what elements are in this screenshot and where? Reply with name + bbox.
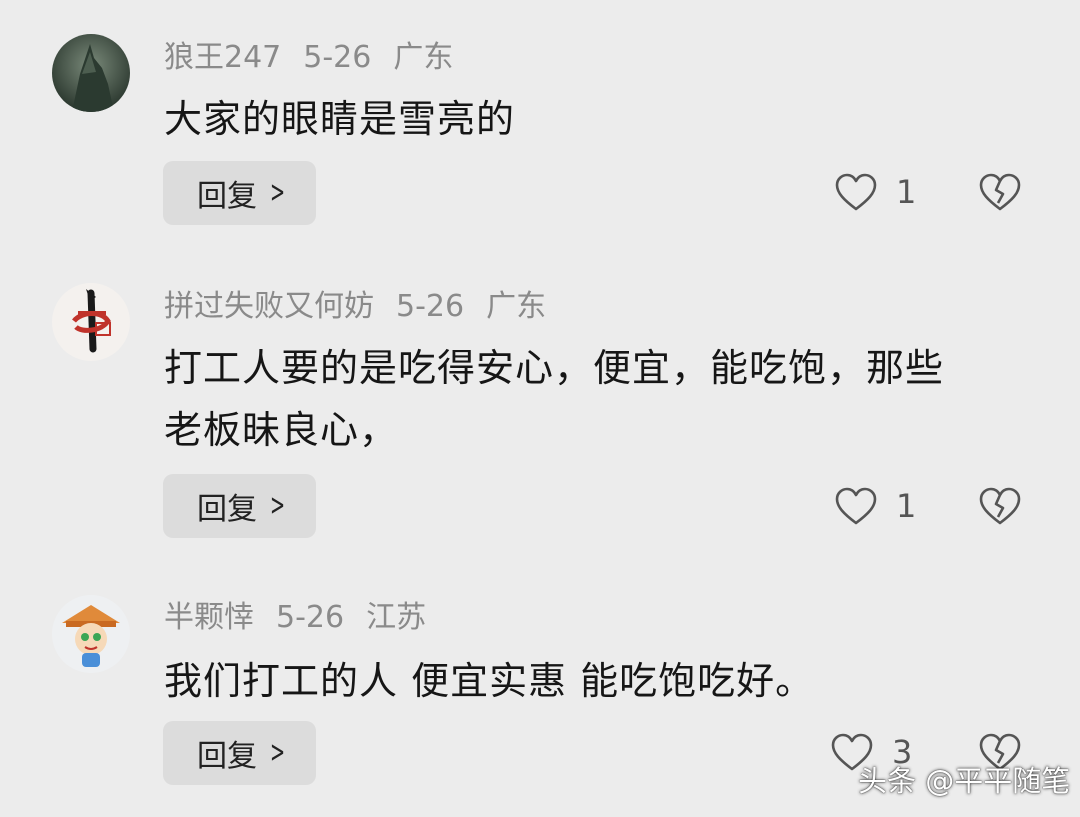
avatar[interactable] (52, 283, 130, 361)
dislike-button[interactable] (978, 172, 1022, 216)
comment-text: 打工人要的是吃得安心，便宜，能吃饱，那些老板昧良心， (164, 346, 945, 452)
username[interactable]: 拼过失败又何妨 (164, 289, 374, 324)
chevron-right-icon: > (270, 735, 286, 770)
comment-location: 广东 (486, 289, 547, 324)
reply-button[interactable]: 回复 > (163, 721, 316, 785)
comment-meta: 半颗悻 5-26 江苏 (164, 598, 448, 638)
comment-date: 5-26 (276, 600, 345, 635)
comment-meta: 拼过失败又何妨 5-26 广东 (164, 287, 568, 327)
heart-outline-icon (835, 173, 877, 211)
like-button[interactable]: 1 (834, 172, 916, 212)
comment-text: 我们打工的人 便宜实惠 能吃饱吃好。 (164, 659, 815, 703)
chevron-right-icon: > (270, 488, 286, 523)
avatar[interactable] (52, 595, 130, 673)
comment-location: 江苏 (366, 600, 427, 635)
reply-label: 回复 (197, 739, 257, 774)
reply-button[interactable]: 回复 > (163, 161, 316, 225)
like-button[interactable]: 1 (834, 486, 916, 526)
chevron-right-icon: > (270, 175, 286, 210)
username[interactable]: 狼王247 (164, 40, 281, 75)
comment-text: 大家的眼睛是雪亮的 (164, 97, 516, 141)
heart-outline-icon (835, 487, 877, 525)
comment-location: 广东 (393, 40, 454, 75)
broken-heart-icon (979, 173, 1021, 211)
comment-meta: 狼王247 5-26 广东 (164, 38, 475, 78)
broken-heart-icon (979, 487, 1021, 525)
like-count: 1 (896, 487, 917, 525)
reply-label: 回复 (197, 179, 257, 214)
watermark: 头条 @平平随笔 (858, 764, 1071, 798)
reply-button[interactable]: 回复 > (163, 474, 316, 538)
like-count: 1 (896, 173, 917, 211)
comment-date: 5-26 (303, 40, 372, 75)
reply-label: 回复 (197, 492, 257, 527)
dislike-button[interactable] (978, 486, 1022, 530)
avatar[interactable] (52, 34, 130, 112)
username[interactable]: 半颗悻 (164, 600, 254, 635)
comment-date: 5-26 (396, 289, 465, 324)
